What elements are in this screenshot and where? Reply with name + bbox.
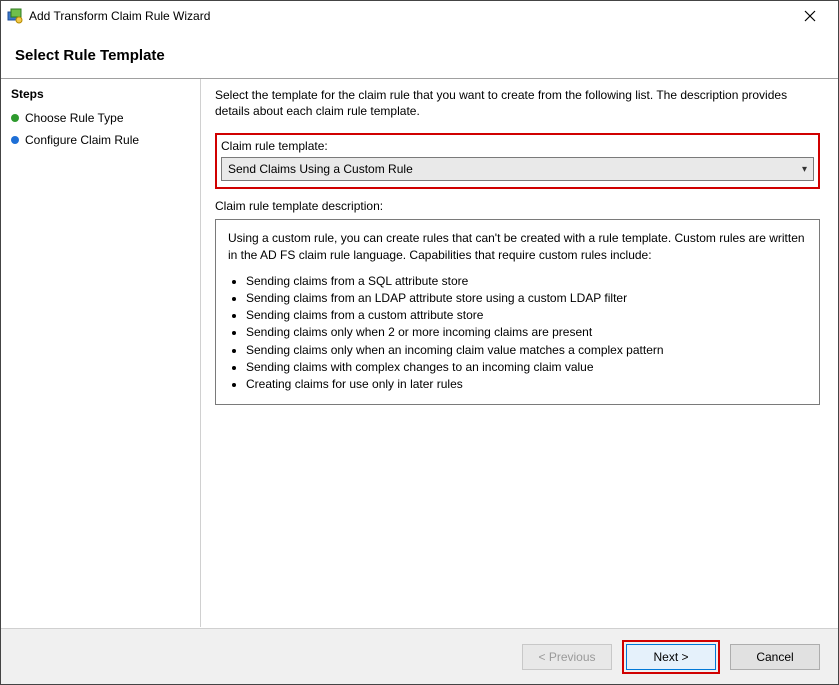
- step-bullet-current-icon: [11, 136, 19, 144]
- window-title: Add Transform Claim Rule Wizard: [29, 9, 790, 23]
- template-description-label: Claim rule template description:: [215, 199, 820, 213]
- step-bullet-complete-icon: [11, 114, 19, 122]
- close-button[interactable]: [790, 2, 830, 30]
- step-label: Choose Rule Type: [25, 111, 124, 125]
- previous-button: < Previous: [522, 644, 612, 670]
- capability-item: Creating claims for use only in later ru…: [246, 376, 807, 392]
- wizard-header: Select Rule Template: [1, 31, 838, 78]
- capability-item: Sending claims from a custom attribute s…: [246, 307, 807, 323]
- capability-item: Sending claims from a SQL attribute stor…: [246, 273, 807, 289]
- wizard-content: Select the template for the claim rule t…: [201, 79, 838, 627]
- step-label: Configure Claim Rule: [25, 133, 139, 147]
- capability-item: Sending claims only when 2 or more incom…: [246, 324, 807, 340]
- capability-item: Sending claims with complex changes to a…: [246, 359, 807, 375]
- template-highlight-box: Claim rule template: Send Claims Using a…: [215, 133, 820, 189]
- intro-text: Select the template for the claim rule t…: [215, 87, 820, 119]
- titlebar: Add Transform Claim Rule Wizard: [1, 1, 838, 31]
- cancel-button[interactable]: Cancel: [730, 644, 820, 670]
- next-button[interactable]: Next >: [626, 644, 716, 670]
- step-choose-rule-type[interactable]: Choose Rule Type: [11, 107, 190, 129]
- app-icon: [7, 8, 23, 24]
- capability-item: Sending claims from an LDAP attribute st…: [246, 290, 807, 306]
- template-label: Claim rule template:: [221, 139, 814, 153]
- page-title: Select Rule Template: [15, 47, 824, 64]
- description-capabilities-list: Sending claims from a SQL attribute stor…: [228, 273, 807, 392]
- steps-sidebar: Steps Choose Rule Type Configure Claim R…: [1, 79, 201, 627]
- chevron-down-icon: ▾: [802, 164, 807, 175]
- wizard-footer: < Previous Next > Cancel: [1, 628, 838, 684]
- capability-item: Sending claims only when an incoming cla…: [246, 342, 807, 358]
- description-intro: Using a custom rule, you can create rule…: [228, 230, 807, 262]
- next-highlight-box: Next >: [622, 640, 720, 674]
- claim-rule-template-dropdown[interactable]: Send Claims Using a Custom Rule ▾: [221, 157, 814, 181]
- template-description-box: Using a custom rule, you can create rule…: [215, 219, 820, 405]
- dropdown-value: Send Claims Using a Custom Rule: [228, 162, 413, 176]
- step-configure-claim-rule[interactable]: Configure Claim Rule: [11, 129, 190, 151]
- steps-heading: Steps: [11, 87, 190, 101]
